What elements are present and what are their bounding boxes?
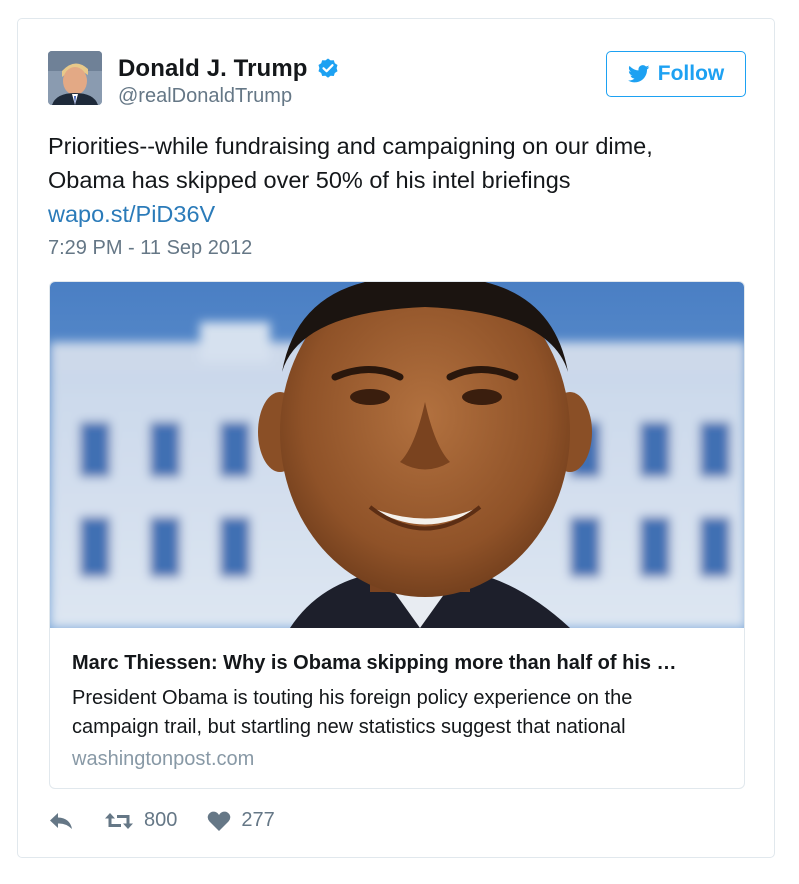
follow-button[interactable]: Follow: [606, 51, 746, 97]
card-description-line: President Obama is touting his foreign p…: [72, 687, 633, 709]
reply-button[interactable]: [48, 810, 74, 832]
heart-icon: [208, 811, 231, 831]
reply-icon: [50, 812, 72, 829]
link-preview-card[interactable]: Marc Thiessen: Why is Obama skipping mor…: [49, 281, 745, 789]
author-name-row: Donald J. Trump: [118, 55, 340, 83]
twitter-bird-icon: [627, 65, 650, 83]
retweet-icon: [105, 812, 133, 829]
card-title: Marc Thiessen: Why is Obama skipping mor…: [72, 652, 677, 674]
author-handle[interactable]: @realDonaldTrump: [118, 85, 292, 108]
avatar[interactable]: [48, 51, 102, 105]
like-button[interactable]: 277: [207, 809, 275, 832]
tweet-actions: 800 277: [48, 809, 275, 832]
card-domain: washingtonpost.com: [72, 748, 255, 770]
card-description: President Obama is touting his foreign p…: [72, 684, 732, 742]
retweet-button[interactable]: 800: [104, 809, 177, 832]
retweet-count: 800: [144, 809, 178, 831]
tweet-card: Donald J. Trump @realDonaldTrump Follow …: [17, 18, 775, 858]
avatar-image: [48, 51, 102, 105]
card-image: [50, 282, 744, 628]
follow-button-label: Follow: [657, 62, 725, 85]
tweet-text: Priorities--while fundraising and campai…: [48, 129, 738, 231]
tweet-link[interactable]: wapo.st/PiD36V: [48, 197, 738, 231]
verified-badge-icon: [316, 57, 340, 81]
tweet-text-line: Priorities--while fundraising and campai…: [48, 133, 653, 159]
author-display-name[interactable]: Donald J. Trump: [118, 55, 308, 83]
like-count: 277: [241, 809, 275, 831]
tweet-timestamp[interactable]: 7:29 PM - 11 Sep 2012: [48, 237, 252, 260]
card-description-line: campaign trail, but startling new statis…: [72, 716, 626, 738]
tweet-text-line: Obama has skipped over 50% of his intel …: [48, 167, 571, 193]
